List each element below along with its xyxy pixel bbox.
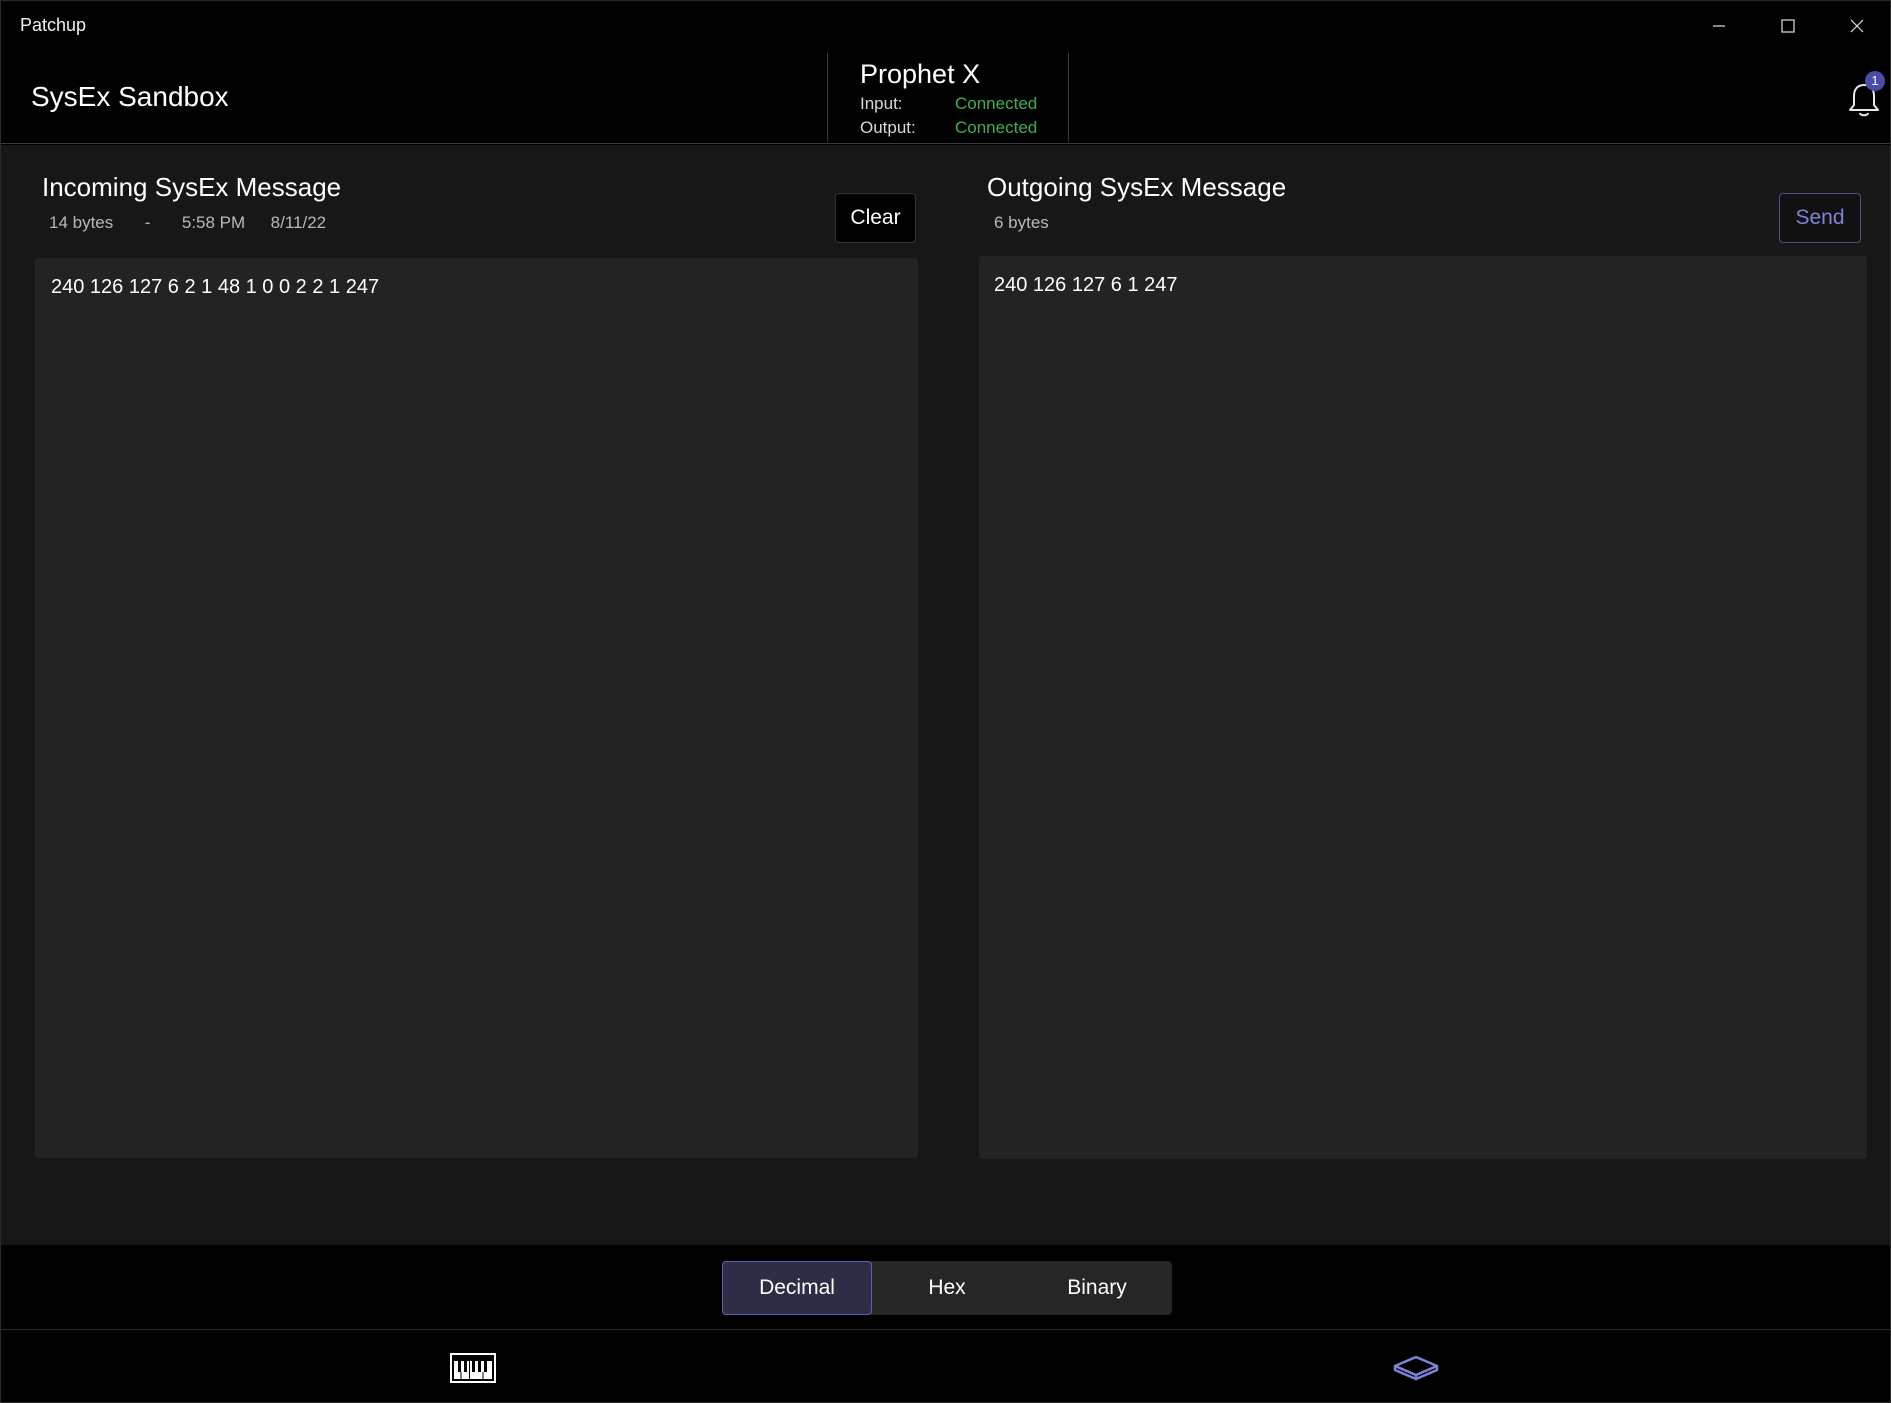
incoming-message-box[interactable]: 240 126 127 6 2 1 48 1 0 0 2 2 1 247 — [35, 258, 918, 1158]
outgoing-title: Outgoing SysEx Message — [987, 172, 1287, 202]
minimize-button[interactable] — [1684, 1, 1753, 51]
output-label: Output: — [860, 118, 916, 137]
sandbox-box-icon — [1393, 1355, 1438, 1380]
format-option-decimal[interactable]: Decimal — [722, 1261, 872, 1315]
outgoing-message-input[interactable]: 240 126 127 6 1 247 — [979, 256, 1867, 1159]
app-window: Patchup SysEx Sandbox Prophet X Input: C… — [0, 0, 1891, 1403]
app-title: Patchup — [20, 15, 87, 35]
minimize-icon — [1712, 25, 1725, 27]
nav-sandbox-button[interactable] — [944, 1331, 1887, 1402]
nav-keyboard-button[interactable] — [1, 1331, 944, 1402]
maximize-button[interactable] — [1753, 1, 1822, 51]
close-button[interactable] — [1822, 1, 1890, 51]
send-button[interactable]: Send — [1779, 193, 1861, 243]
incoming-time: 5:58 PM — [181, 213, 246, 232]
clear-button[interactable]: Clear — [835, 193, 916, 243]
piano-keyboard-icon — [449, 1352, 496, 1383]
incoming-date: 8/11/22 — [270, 213, 327, 232]
format-option-binary[interactable]: Binary — [1022, 1261, 1172, 1315]
notification-count-badge: 1 — [1865, 71, 1885, 91]
maximize-icon — [1780, 19, 1795, 33]
incoming-separator: - — [144, 213, 151, 232]
close-icon — [1850, 19, 1863, 33]
format-bar: Decimal Hex Binary — [1, 1245, 1890, 1330]
main-content: Incoming SysEx Message 14 bytes - 5:58 P… — [1, 145, 1890, 1245]
input-label: Input: — [860, 94, 903, 113]
format-option-hex[interactable]: Hex — [872, 1261, 1022, 1315]
bottom-navigation — [1, 1331, 1890, 1402]
outgoing-byte-count: 6 bytes — [994, 213, 1049, 232]
outgoing-message-text: 240 126 127 6 1 247 — [994, 274, 1178, 296]
incoming-meta: 14 bytes - 5:58 PM 8/11/22 — [49, 213, 326, 233]
input-status: Connected — [955, 94, 1038, 113]
input-status-row: Input: Connected — [860, 94, 1037, 114]
incoming-title: Incoming SysEx Message — [42, 172, 342, 202]
incoming-byte-count: 14 bytes — [49, 213, 114, 232]
page-header: SysEx Sandbox Prophet X Input: Connected… — [1, 51, 1890, 144]
title-bar: Patchup — [1, 1, 1890, 51]
output-status-row: Output: Connected — [860, 118, 1037, 138]
incoming-message-text: 240 126 127 6 2 1 48 1 0 0 2 2 1 247 — [51, 276, 380, 298]
format-selector: Decimal Hex Binary — [722, 1261, 1172, 1315]
device-status-panel: Prophet X Input: Connected Output: Conne… — [827, 53, 1069, 142]
output-status: Connected — [955, 118, 1038, 137]
device-name: Prophet X — [860, 59, 981, 89]
page-title: SysEx Sandbox — [31, 81, 229, 112]
